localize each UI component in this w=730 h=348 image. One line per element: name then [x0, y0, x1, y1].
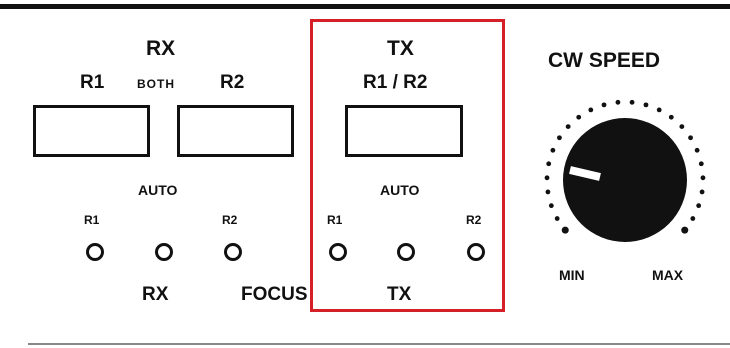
dial-dot — [643, 102, 649, 108]
led-label-r1-left: R1 — [84, 213, 100, 227]
dial-dot — [679, 124, 685, 130]
bottom-divider — [28, 343, 730, 345]
dial-dot — [699, 189, 705, 195]
dial-dot — [629, 99, 635, 105]
dial-dot — [656, 107, 662, 113]
dial-dot — [554, 216, 560, 221]
cw-speed-knob-icon[interactable] — [563, 118, 687, 242]
led-rx-r1 — [86, 243, 104, 261]
dial-dot — [576, 114, 582, 120]
dial-dot — [588, 107, 594, 113]
tx-r1r2-switch[interactable] — [345, 105, 463, 157]
dial-dot — [668, 114, 674, 120]
rx-auto-label: AUTO — [138, 182, 178, 198]
top-border — [0, 4, 730, 9]
dial-dot — [690, 216, 696, 221]
dial-dot — [545, 189, 551, 195]
dial-dot — [698, 161, 704, 167]
cw-speed-label: CW SPEED — [548, 49, 661, 72]
cw-speed-dial — [544, 99, 706, 242]
dial-dot — [700, 175, 706, 181]
dial-dot — [601, 102, 607, 108]
dial-dot — [550, 147, 556, 153]
dial-dot — [561, 226, 569, 234]
dial-dot — [681, 226, 689, 234]
bottom-rx-label: RX — [142, 284, 169, 305]
dial-dot — [557, 135, 562, 141]
min-label: MIN — [559, 267, 585, 283]
tx-auto-label: AUTO — [380, 182, 420, 198]
dial-dot — [694, 147, 700, 153]
dial-dot — [615, 99, 621, 105]
dial-dot — [546, 161, 552, 167]
dial-dot — [696, 203, 702, 209]
dial-dot — [548, 203, 554, 209]
dial-dot — [688, 135, 693, 141]
rx-r1-switch[interactable] — [33, 105, 150, 157]
led-tx-r2 — [467, 243, 485, 261]
tx-highlight-box — [310, 19, 505, 312]
led-tx-auto — [397, 243, 415, 261]
rx-title: RX — [146, 37, 176, 60]
tx-r1r2-label: R1 / R2 — [363, 72, 428, 93]
rx-both-label: BOTH — [137, 77, 175, 91]
led-label-r2-left: R2 — [222, 213, 238, 227]
rx-r2-switch[interactable] — [177, 105, 294, 157]
rx-r1-label: R1 — [80, 72, 105, 93]
bottom-focus-label: FOCUS — [241, 284, 308, 305]
max-label: MAX — [652, 267, 684, 283]
dial-dot — [544, 175, 550, 181]
bottom-tx-label: TX — [387, 284, 412, 305]
led-label-r1-right: R1 — [327, 213, 343, 227]
led-rx-auto — [155, 243, 173, 261]
tx-title: TX — [387, 37, 414, 60]
led-label-r2-right: R2 — [466, 213, 482, 227]
led-rx-r2 — [224, 243, 242, 261]
led-tx-r1 — [329, 243, 347, 261]
dial-dot — [565, 124, 571, 130]
rx-r2-label: R2 — [220, 72, 245, 93]
